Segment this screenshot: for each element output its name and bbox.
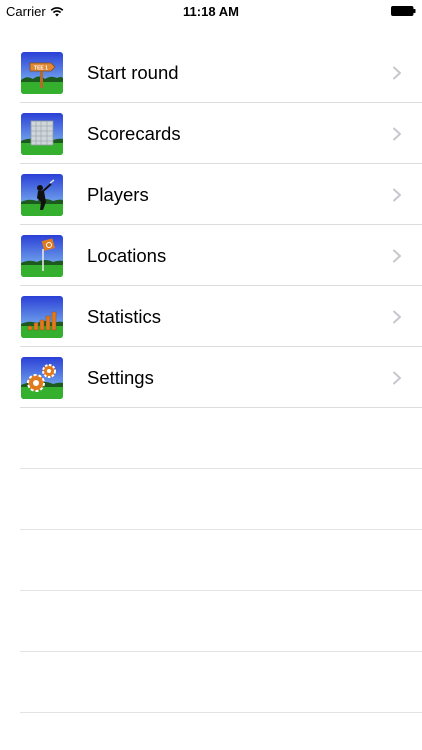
empty-row (0, 469, 422, 530)
gears-icon (21, 356, 63, 399)
empty-row (0, 591, 422, 652)
menu-item-label: Start round (87, 61, 179, 83)
chevron-right-icon (393, 66, 401, 79)
menu-item-start-round[interactable]: TEE 1 Start round (0, 42, 422, 103)
tee-sign-text: TEE 1 (34, 65, 48, 71)
chevron-right-icon (393, 371, 401, 384)
menu-item-statistics[interactable]: Statistics (0, 286, 422, 347)
menu-item-locations[interactable]: Locations (0, 225, 422, 286)
menu-item-players[interactable]: Players (0, 164, 422, 225)
battery-icon (391, 6, 416, 16)
chevron-right-icon (393, 310, 401, 323)
menu-item-label: Scorecards (87, 122, 181, 144)
chevron-right-icon (393, 249, 401, 262)
menu-item-scorecards[interactable]: Scorecards (0, 103, 422, 164)
menu-item-label: Locations (87, 244, 167, 266)
status-bar: Carrier 11:18 AM (0, 0, 422, 22)
scorecard-icon (21, 112, 63, 155)
empty-row (0, 408, 422, 469)
menu-item-label: Statistics (87, 305, 162, 327)
golfer-icon (21, 173, 63, 216)
bar-chart-icon (21, 295, 63, 338)
menu-item-label: Players (87, 183, 149, 205)
map-pin-flag-icon (21, 234, 63, 277)
tee-sign-icon: TEE 1 (21, 51, 63, 94)
chevron-right-icon (393, 127, 401, 140)
menu-item-settings[interactable]: Settings (0, 347, 422, 408)
status-time: 11:18 AM (183, 4, 239, 19)
menu-item-label: Settings (87, 366, 154, 388)
empty-row (0, 530, 422, 591)
chevron-right-icon (393, 188, 401, 201)
main-menu-list: TEE 1 Start round Scorecards Players Loc… (0, 42, 422, 713)
empty-row (0, 652, 422, 713)
